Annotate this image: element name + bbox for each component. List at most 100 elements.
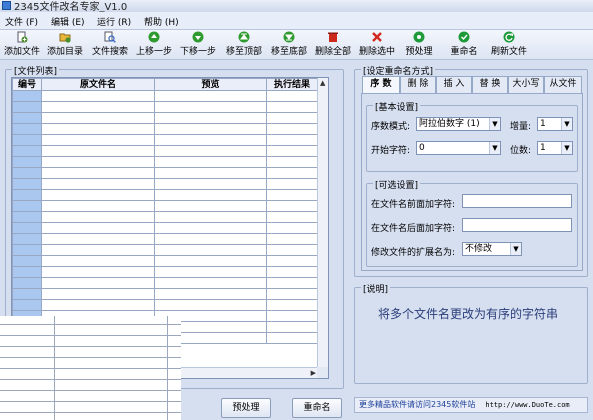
scroll-right-arrow-icon[interactable]: ▶ <box>311 369 316 377</box>
column-header-preview[interactable]: 预览 <box>154 78 267 91</box>
table-row[interactable] <box>12 211 318 223</box>
table-row[interactable] <box>12 299 318 311</box>
table-row[interactable] <box>12 266 318 278</box>
grid-line <box>0 324 181 325</box>
rename-button[interactable]: 重命名 <box>446 31 482 59</box>
row-number-cell <box>12 244 42 256</box>
original-name-cell <box>41 134 155 146</box>
table-row[interactable] <box>12 244 318 256</box>
column-header-result[interactable]: 执行结果 <box>266 78 318 91</box>
table-row[interactable] <box>12 90 318 102</box>
table-row[interactable] <box>12 255 318 267</box>
refresh-files-button[interactable]: 刷新文件 <box>488 31 530 59</box>
table-row[interactable] <box>12 277 318 289</box>
menu-help[interactable]: 帮助 (H) <box>144 15 179 28</box>
extension-select[interactable]: 不修改 ▼ <box>462 242 522 256</box>
original-name-cell <box>41 233 155 245</box>
move-down-button[interactable]: 下移一步 <box>178 31 218 59</box>
delete-selected-button[interactable]: 删除选中 <box>357 31 397 59</box>
preview-cell <box>154 178 267 190</box>
chevron-down-icon: ▼ <box>489 142 500 154</box>
original-name-cell <box>41 145 155 157</box>
prefix-input[interactable] <box>462 194 572 208</box>
start-char-select[interactable]: 0 ▼ <box>416 141 501 155</box>
sequence-mode-select[interactable]: 阿拉伯数字 (1) ▼ <box>416 117 501 131</box>
result-cell <box>266 266 318 278</box>
table-row[interactable] <box>12 101 318 113</box>
row-number-cell <box>12 299 42 311</box>
table-row[interactable] <box>12 222 318 234</box>
table-row[interactable] <box>12 123 318 135</box>
add-folder-button[interactable]: 添加目录 <box>45 31 85 59</box>
table-row[interactable] <box>12 200 318 212</box>
table-row[interactable] <box>12 145 318 157</box>
suffix-input[interactable] <box>462 218 572 232</box>
result-cell <box>266 200 318 212</box>
tab-sequence[interactable]: 序 数 <box>362 76 400 94</box>
move-bottom-icon <box>283 31 295 43</box>
preprocess-action-button[interactable]: 预处理 <box>221 398 271 418</box>
table-row[interactable] <box>12 112 318 124</box>
original-name-cell <box>41 244 155 256</box>
original-name-cell <box>41 123 155 135</box>
digits-select[interactable]: 1 ▼ <box>537 141 573 155</box>
menu-edit[interactable]: 编辑 (E) <box>51 15 85 28</box>
original-name-cell <box>41 90 155 102</box>
rename-action-button[interactable]: 重命名 <box>292 398 342 418</box>
arrow-down-icon <box>192 31 204 43</box>
grid-line <box>0 379 181 380</box>
chevron-down-icon: ▼ <box>561 118 572 130</box>
move-bottom-button[interactable]: 移至底部 <box>268 31 310 59</box>
preview-cell <box>154 266 267 278</box>
table-row[interactable] <box>12 288 318 300</box>
move-top-button[interactable]: 移至顶部 <box>223 31 265 59</box>
tab-from-file[interactable]: 从文件 <box>544 76 582 93</box>
table-row[interactable] <box>12 189 318 201</box>
move-up-button[interactable]: 上移一步 <box>134 31 174 59</box>
footer-promo-text: 更多精品软件请访问2345软件站 <box>359 400 476 409</box>
scrollbar-corner <box>317 367 328 378</box>
tab-case[interactable]: 大小写 <box>508 76 544 93</box>
delete-all-button[interactable]: 删除全部 <box>313 31 353 59</box>
column-header-number[interactable]: 编号 <box>12 78 42 91</box>
table-row[interactable] <box>12 134 318 146</box>
row-number-cell <box>12 145 42 157</box>
file-search-button[interactable]: 文件搜索 <box>90 31 130 59</box>
original-name-cell <box>41 211 155 223</box>
footer-url: http://www.DuoTe.com <box>485 401 570 409</box>
result-cell <box>266 321 318 333</box>
result-cell <box>266 233 318 245</box>
rename-icon <box>458 31 470 43</box>
menu-run[interactable]: 运行 (R) <box>97 15 131 28</box>
table-row[interactable] <box>12 156 318 168</box>
increment-select[interactable]: 1 ▼ <box>537 117 573 131</box>
result-cell <box>266 101 318 113</box>
tab-replace[interactable]: 替 换 <box>472 76 508 93</box>
chevron-down-icon: ▼ <box>489 118 500 130</box>
original-name-cell <box>41 222 155 234</box>
scroll-up-arrow-icon[interactable]: ▲ <box>320 79 325 87</box>
menu-file[interactable]: 文件 (F) <box>5 15 38 28</box>
table-row[interactable] <box>12 178 318 190</box>
optional-settings-title: [可选设置] <box>373 178 421 191</box>
vertical-scrollbar[interactable]: ▲ <box>317 78 328 368</box>
preprocess-button[interactable]: 预处理 <box>401 31 437 59</box>
original-name-cell <box>41 277 155 289</box>
add-file-button[interactable]: 添加文件 <box>2 31 42 59</box>
file-list-title: [文件列表] <box>12 64 60 77</box>
grid-line <box>0 335 181 336</box>
result-cell <box>266 277 318 289</box>
refresh-icon <box>503 31 515 43</box>
original-name-cell <box>41 167 155 179</box>
delete-selected-icon <box>372 32 382 42</box>
tab-delete[interactable]: 删 除 <box>400 76 436 93</box>
tab-insert[interactable]: 插 入 <box>436 76 472 93</box>
suffix-label: 在文件名后面加字符: <box>371 224 456 234</box>
table-row[interactable] <box>12 233 318 245</box>
table-row[interactable] <box>12 167 318 179</box>
footer-promo-link[interactable]: 更多精品软件请访问2345软件站 http://www.DuoTe.com <box>354 397 588 413</box>
sequence-mode-label: 序数模式: <box>371 122 411 132</box>
column-header-original-name[interactable]: 原文件名 <box>41 78 155 91</box>
preview-cell <box>154 222 267 234</box>
preview-cell <box>154 211 267 223</box>
